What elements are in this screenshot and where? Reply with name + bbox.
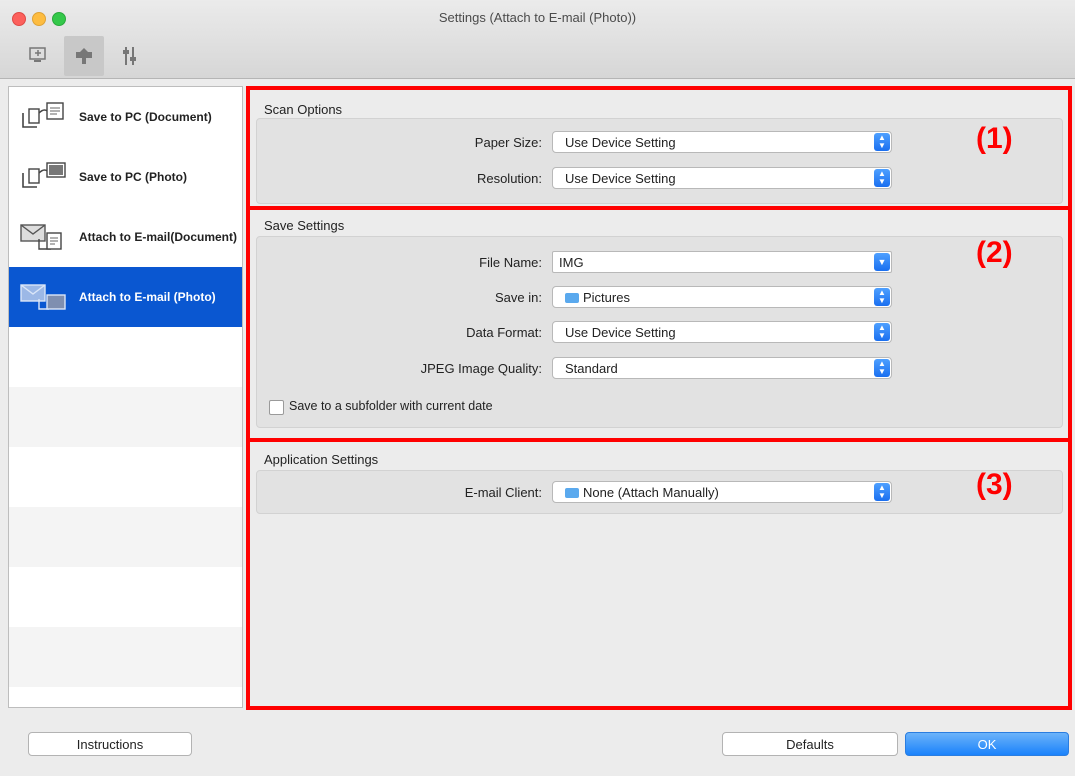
tab-general-settings[interactable] — [110, 36, 150, 76]
tab-scan-from-panel[interactable] — [64, 36, 104, 76]
label-line-1: Attach to E-mail — [79, 230, 171, 244]
instructions-button[interactable]: Instructions — [28, 732, 192, 756]
callout-box-2 — [246, 206, 1072, 442]
callout-box-1 — [246, 86, 1072, 210]
sidebar: Save to PC (Document) Save to PC (Photo)… — [8, 86, 243, 708]
sidebar-item-label: Save to PC (Photo) — [79, 170, 188, 184]
scan-from-computer-icon — [29, 47, 46, 62]
window-title: Settings (Attach to E-mail (Photo)) — [438, 10, 637, 25]
tab-scan-from-computer[interactable] — [18, 36, 58, 76]
save-photo-icon — [22, 162, 66, 188]
sidebar-item-label: Attach to E-mail (Document) — [79, 207, 239, 267]
ok-button[interactable]: OK — [905, 732, 1069, 756]
email-photo-icon — [20, 284, 66, 310]
general-settings-icon — [123, 47, 136, 65]
callout-label-1: (1) — [976, 122, 1013, 155]
empty-row — [9, 627, 242, 687]
empty-row — [9, 507, 242, 567]
sidebar-item-attach-email-document[interactable]: Attach to E-mail (Document) — [9, 207, 242, 267]
sidebar-item-label: Save to PC (Document) — [79, 110, 212, 124]
empty-row — [9, 387, 242, 447]
empty-row — [9, 447, 242, 507]
sidebar-item-save-to-pc-photo[interactable]: Save to PC (Photo) — [9, 147, 242, 207]
label-line-2: (Document) — [170, 230, 238, 244]
empty-row — [9, 327, 242, 387]
scan-from-panel-icon — [76, 48, 92, 64]
callout-label-3: (3) — [976, 468, 1013, 501]
email-document-icon — [20, 224, 62, 250]
save-document-icon — [22, 102, 64, 128]
sidebar-item-save-to-pc-document[interactable]: Save to PC (Document) — [9, 87, 242, 147]
sidebar-item-attach-email-photo[interactable]: Attach to E-mail (Photo) — [9, 267, 242, 327]
callout-box-3 — [246, 438, 1072, 710]
sidebar-item-label: Attach to E-mail (Photo) — [79, 290, 216, 304]
defaults-button[interactable]: Defaults — [722, 732, 898, 756]
settings-panel: Scan Options Paper Size: Use Device Sett… — [246, 86, 1072, 710]
title-bar: Settings (Attach to E-mail (Photo)) — [0, 0, 1075, 79]
empty-row — [9, 567, 242, 627]
callout-label-2: (2) — [976, 236, 1013, 269]
